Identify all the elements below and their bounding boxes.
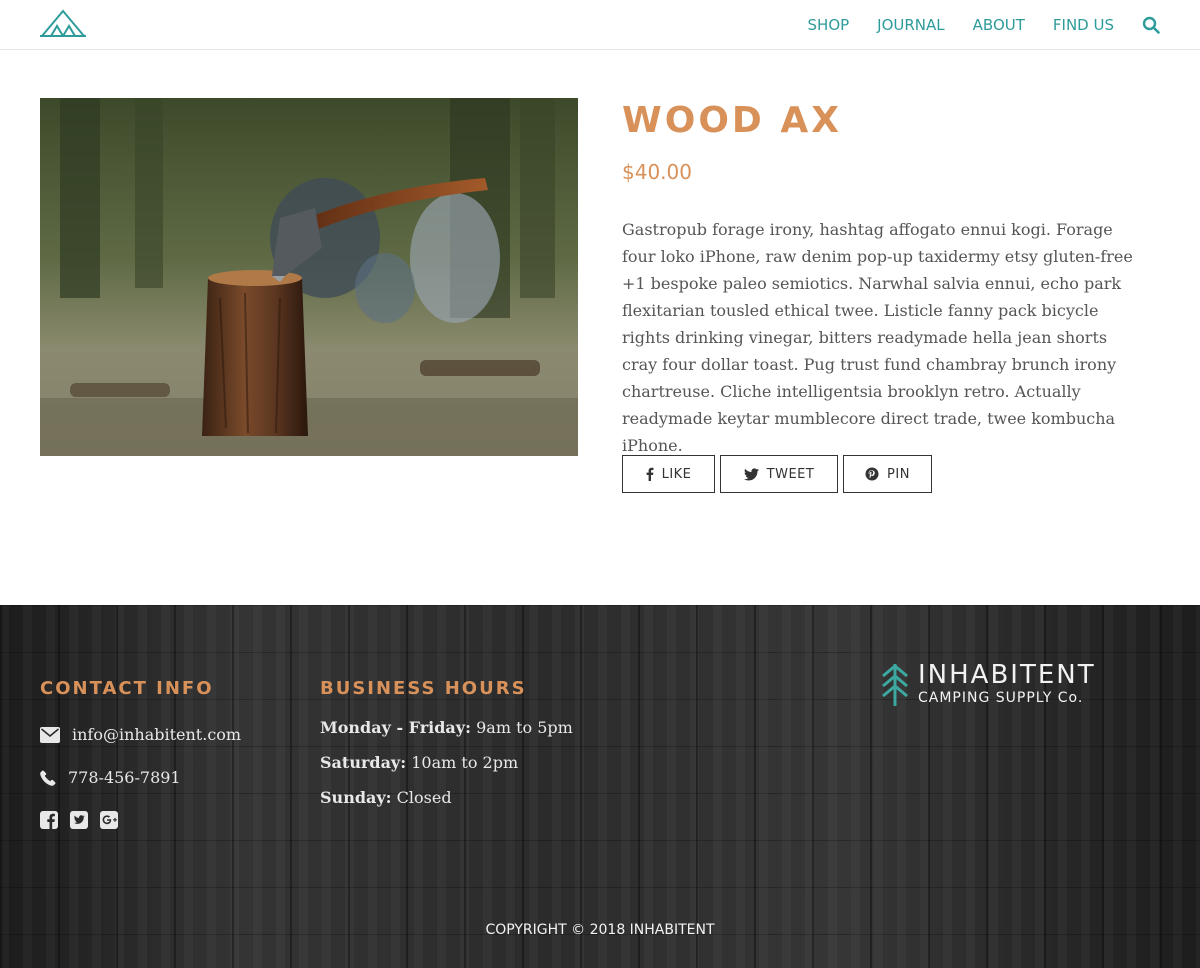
pine-tree-icon xyxy=(882,664,908,706)
hours-day-label: Saturday: xyxy=(320,753,407,772)
hours-day-label: Sunday: xyxy=(320,788,392,807)
site-footer: CONTACT INFO info@inhabitent.com 778-456… xyxy=(0,605,1200,968)
like-label: LIKE xyxy=(661,466,692,482)
search-icon[interactable] xyxy=(1142,16,1160,34)
twitter-square-icon[interactable] xyxy=(70,811,88,829)
brand-name: INHABITENT xyxy=(918,660,1096,690)
pinterest-icon xyxy=(865,467,879,481)
tent-logo-icon[interactable] xyxy=(40,8,86,38)
nav-about[interactable]: ABOUT xyxy=(973,16,1025,34)
hours-time: 9am to 5pm xyxy=(476,718,573,737)
product-description: Gastropub forage irony, hashtag affogato… xyxy=(622,220,1133,455)
product-title: WOOD AX xyxy=(622,100,842,141)
email-link[interactable]: info@inhabitent.com xyxy=(72,725,241,744)
tweet-button[interactable]: TWEET xyxy=(720,455,838,493)
social-links xyxy=(40,811,130,829)
tweet-label: TWEET xyxy=(766,466,815,482)
google-plus-icon[interactable] xyxy=(100,811,118,829)
facebook-icon[interactable] xyxy=(40,811,58,829)
contact-info-heading: CONTACT INFO xyxy=(40,678,214,699)
hours-sunday: Sunday: Closed xyxy=(320,788,452,807)
phone-icon xyxy=(40,770,56,786)
brand-subtitle: CAMPING SUPPLY Co. xyxy=(918,690,1084,706)
envelope-icon xyxy=(40,726,60,743)
pin-button[interactable]: PIN xyxy=(843,455,932,493)
main-nav: SHOP JOURNAL ABOUT FIND US xyxy=(780,0,1160,50)
product-image xyxy=(40,98,578,456)
site-header: SHOP JOURNAL ABOUT FIND US xyxy=(0,0,1200,50)
business-hours-heading: BUSINESS HOURS xyxy=(320,678,527,699)
share-buttons: LIKE TWEET PIN xyxy=(622,455,937,493)
nav-shop[interactable]: SHOP xyxy=(808,16,850,34)
phone-number[interactable]: 778-456-7891 xyxy=(68,768,181,787)
twitter-icon xyxy=(743,467,759,480)
contact-phone: 778-456-7891 xyxy=(40,768,181,787)
hours-time: 10am to 2pm xyxy=(411,753,519,772)
product-price: $40.00 xyxy=(622,160,692,184)
hours-time: Closed xyxy=(396,788,452,807)
footer-brand-logo: INHABITENT CAMPING SUPPLY Co. xyxy=(880,660,1140,710)
hours-saturday: Saturday: 10am to 2pm xyxy=(320,753,518,772)
hours-day-label: Monday - Friday: xyxy=(320,718,471,737)
contact-email: info@inhabitent.com xyxy=(40,725,241,744)
facebook-icon xyxy=(646,467,654,481)
nav-journal[interactable]: JOURNAL xyxy=(877,16,944,34)
nav-find-us[interactable]: FIND US xyxy=(1053,16,1114,34)
pin-label: PIN xyxy=(887,466,910,482)
like-button[interactable]: LIKE xyxy=(622,455,715,493)
hours-weekday: Monday - Friday: 9am to 5pm xyxy=(320,718,573,737)
copyright: COPYRIGHT © 2018 INHABITENT xyxy=(485,922,715,938)
